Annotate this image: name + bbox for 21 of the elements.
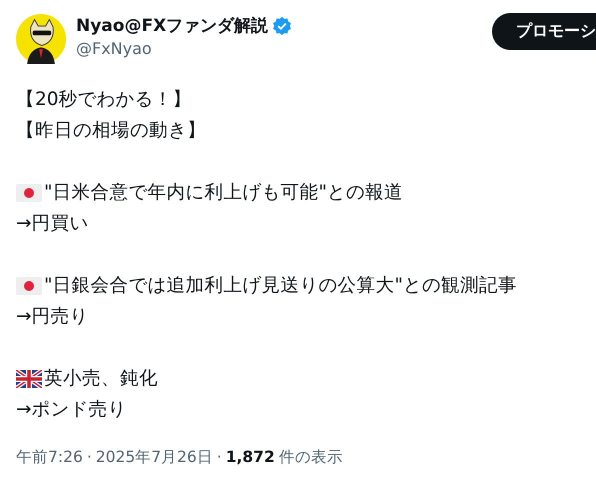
tweet-text: →円買い bbox=[16, 212, 89, 236]
tweet-text: →円売り bbox=[16, 305, 89, 329]
tweet-text: →ポンド売り bbox=[16, 398, 127, 422]
tweet-text: 英小売、鈍化 bbox=[44, 367, 158, 391]
post-time[interactable]: 午前7:26 bbox=[16, 447, 83, 468]
view-count: 1,872 bbox=[226, 448, 275, 466]
tweet-text: 【20秒でわかる！】 bbox=[16, 88, 192, 112]
promote-button[interactable]: プロモーシ bbox=[492, 13, 596, 50]
japan-flag-icon bbox=[16, 184, 42, 202]
tweet-text: "日銀会合では追加利上げ見送りの公算大"との観測記事 bbox=[44, 274, 518, 298]
uk-flag-icon bbox=[16, 370, 42, 388]
tweet-text: "日米合意で年内に利上げも可能"との報道 bbox=[44, 181, 404, 205]
tweet-text: 【昨日の相場の動き】 bbox=[16, 119, 206, 143]
japan-flag-icon bbox=[16, 276, 42, 294]
author-handle[interactable]: @FxNyao bbox=[76, 39, 292, 58]
separator-dot: · bbox=[216, 448, 222, 466]
avatar-icon[interactable] bbox=[16, 14, 66, 64]
post-date[interactable]: 2025年7月26日 bbox=[96, 447, 213, 468]
views-label: 件の表示 bbox=[278, 447, 343, 468]
author-name[interactable]: Nyao@FXファンダ解説 bbox=[76, 14, 268, 37]
separator-dot: · bbox=[86, 448, 92, 466]
